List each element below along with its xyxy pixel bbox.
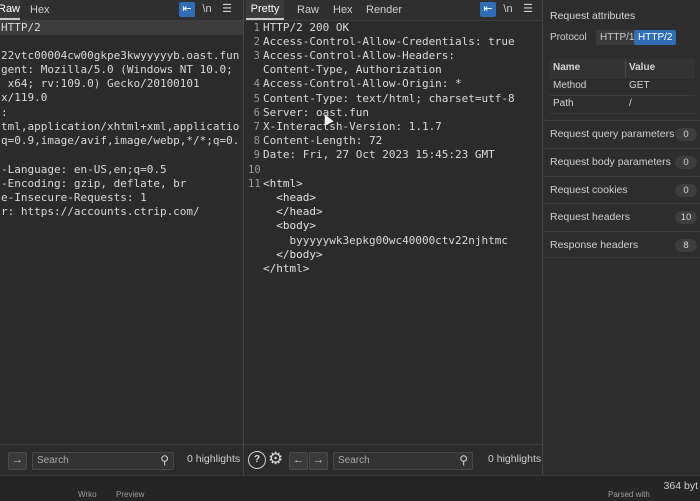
count-badge: 10 <box>675 211 697 224</box>
section-request-headers[interactable]: Request headers 10 <box>543 203 700 230</box>
request-body[interactable]: HTTP/2 22vtc00004cw00gkpe3kwyyyyyb.oast.… <box>0 21 243 445</box>
newline-icon[interactable]: \n <box>500 2 516 17</box>
count-badge: 0 <box>675 128 697 141</box>
response-search-bar: ? ⚙ ← → ⚲ 0 highlights <box>244 444 542 475</box>
request-search-box: ⚲ <box>32 452 174 470</box>
gear-icon[interactable]: ⚙ <box>268 449 283 469</box>
response-viewer-pane: Pretty Raw Hex Render ⇤ \n ☰ 1 HTTP/2 200… <box>244 0 542 475</box>
next-match-button[interactable]: → <box>309 452 328 470</box>
tab-raw[interactable]: Raw <box>297 0 319 20</box>
request-editor-pane: Raw Hex ⇤ \n ☰ HTTP/2 22vtc00004cw00gkpe… <box>0 0 243 475</box>
menu-icon[interactable]: ☰ <box>520 2 536 17</box>
section-request-query-parameters[interactable]: Request query parameters 0 <box>543 120 700 147</box>
wrap-icon[interactable]: ⇤ <box>179 2 195 17</box>
arrow-left-icon: ← <box>293 454 304 466</box>
column-divider <box>625 59 626 77</box>
table-row[interactable]: Method GET <box>550 77 695 96</box>
table-row[interactable]: Path / <box>550 95 695 114</box>
inspector-pane: Request attributes Protocol HTTP/1 HTTP/… <box>543 0 700 475</box>
request-line: HTTP/2 <box>0 21 243 35</box>
protocol-http2-button[interactable]: HTTP/2 <box>634 30 677 45</box>
request-search-bar: → ⚲ 0 highlights <box>0 444 243 475</box>
request-tabbar: Raw Hex ⇤ \n ☰ <box>0 0 243 21</box>
section-request-body-parameters[interactable]: Request body parameters 0 <box>543 148 700 175</box>
wrap-icon[interactable]: ⇤ <box>480 2 496 17</box>
protocol-http1-button[interactable]: HTTP/1 <box>596 30 639 45</box>
response-highlight-count: 0 highlights <box>488 453 542 465</box>
count-badge: 8 <box>675 239 697 252</box>
count-badge: 0 <box>675 184 697 197</box>
search-icon[interactable]: ⚲ <box>459 453 468 468</box>
column-header-name: Name <box>553 62 581 73</box>
tab-hex[interactable]: Hex <box>30 0 50 20</box>
tab-render[interactable]: Render <box>366 0 402 20</box>
section-response-headers[interactable]: Response headers 8 <box>543 231 700 258</box>
request-attributes-title[interactable]: Request attributes <box>550 10 635 22</box>
previous-match-button[interactable]: ← <box>289 452 308 470</box>
response-body[interactable]: 1 HTTP/2 200 OK 2 Access-Control-Allow-Cre… <box>244 21 542 445</box>
menu-icon[interactable]: ☰ <box>219 2 235 17</box>
next-match-button[interactable]: → <box>8 452 27 470</box>
count-badge: 0 <box>675 156 697 169</box>
section-request-cookies[interactable]: Request cookies 0 <box>543 176 700 203</box>
response-size: 364 byt <box>663 480 698 492</box>
request-search-input[interactable] <box>37 454 147 467</box>
newline-icon[interactable]: \n <box>199 2 215 17</box>
search-icon[interactable]: ⚲ <box>160 453 169 468</box>
arrow-right-icon: → <box>313 454 324 466</box>
request-highlight-count: 0 highlights <box>187 453 241 465</box>
tab-hex[interactable]: Hex <box>333 0 353 20</box>
protocol-label: Protocol <box>550 32 587 43</box>
tab-pretty[interactable]: Pretty <box>246 0 284 20</box>
status-bar: Wrko Preview Parsed with 364 byt <box>0 475 700 501</box>
response-search-box: ⚲ <box>333 452 473 470</box>
tab-raw[interactable]: Raw <box>0 0 20 20</box>
table-header: Name Value <box>550 59 695 78</box>
response-search-input[interactable] <box>338 454 448 467</box>
column-header-value: Value <box>629 62 656 73</box>
response-tabbar: Pretty Raw Hex Render ⇤ \n ☰ <box>244 0 542 21</box>
help-icon[interactable]: ? <box>248 451 266 469</box>
arrow-right-icon: → <box>12 454 23 466</box>
